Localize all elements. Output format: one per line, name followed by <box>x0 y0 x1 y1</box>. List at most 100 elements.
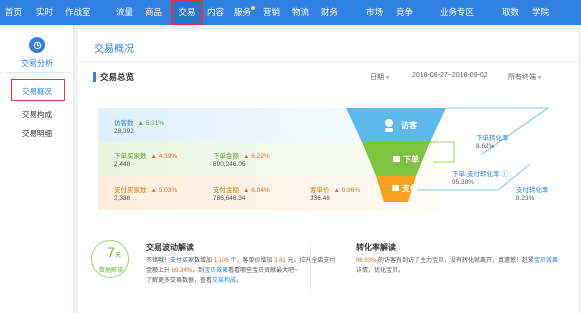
funnel-label-pay: 支付 <box>402 184 418 193</box>
metric-unit-price-change-value: 0.96% <box>341 187 361 194</box>
metric-pay-buyers: 支付买家数 ▲ 5.03% 2,338 <box>114 184 177 202</box>
link-trade-composition[interactable]: 交易构成 <box>212 278 236 284</box>
trade-fluctuation-line2: 金额上升 69.34%，到宝贝效果看看哪些宝贝贡献最大吧~ <box>146 266 298 276</box>
metric-order-buyers: 下单买家数 ▲ 4.39% 2,448 <box>114 150 177 168</box>
metric-order-amount-label: 下单金额 <box>213 153 239 160</box>
metric-order-buyers-change-value: 4.39% <box>158 153 178 160</box>
metric-pay-amount-label: 支付金额 <box>213 187 239 194</box>
info-icon[interactable]: ⓘ <box>501 171 508 178</box>
text-segment: 。 <box>236 278 243 284</box>
funnel-segment-visit <box>346 108 446 142</box>
highlight-value: 3.81 <box>274 258 286 264</box>
rate-order-pay-label-text: 下单-支付转化率 <box>452 171 500 178</box>
metric-order-amount-change-value: 6.22% <box>251 153 270 160</box>
metric-order-buyers-label: 下单买家数 <box>114 153 147 160</box>
rate-order-value: 8.62% <box>476 143 495 150</box>
conversion-line2: 详情，优化宝贝。 <box>356 268 405 274</box>
nav-home[interactable]: 首页 <box>5 0 22 25</box>
metric-pay-buyers-value: 2,338 <box>114 195 131 202</box>
trade-fluctuation-title: 交易波动解读 <box>146 243 194 252</box>
days-unit: 天 <box>115 253 122 259</box>
metric-visitors-value: 28,392 <box>114 128 134 135</box>
text-segment: 个，客单价增加 <box>230 258 273 264</box>
highlight-value: 1,106 <box>213 258 229 264</box>
metric-pay-buyers-change: ▲ 5.03% <box>150 187 178 194</box>
days-label: 数据解读 <box>98 268 123 274</box>
conversion-interpret-title: 转化率解读 <box>356 243 396 252</box>
metric-order-buyers-change: ▲ 4.39% <box>150 153 178 160</box>
nav-finance[interactable]: 财务 <box>321 0 338 25</box>
days-count: 7 <box>107 244 115 260</box>
nav-logistics[interactable]: 物流 <box>292 0 309 25</box>
user-icon-body <box>385 128 393 132</box>
nav-data-fetch[interactable]: 取数 <box>502 0 519 25</box>
metric-order-buyers-value: 2,448 <box>114 161 131 168</box>
text-segment: 看看哪些宝贝贡献最大吧~ <box>228 268 298 274</box>
sidebar-item-trade-detail[interactable]: 交易明细 <box>0 128 74 139</box>
nav-content[interactable]: 内容 <box>207 0 224 25</box>
rate-order-label: 下单转化率 <box>476 135 509 142</box>
metric-visitors: 访客数 ▲ 5.31% 28,392 <box>114 117 164 135</box>
nav-service[interactable]: 服务 <box>234 0 251 25</box>
text-segment: ，到 <box>192 268 205 274</box>
metric-pay-amount-change-value: 6.04% <box>251 187 270 194</box>
text-segment: 元，拉升全店支付 <box>287 258 336 264</box>
top-nav: 首页 实时 作战室 流量 商品 交易 内容 服务 营销 物流 财务 市场 竞争 … <box>0 0 581 25</box>
nav-competition[interactable]: 竞争 <box>396 0 413 25</box>
metric-unit-price-label: 客单价 <box>310 187 330 194</box>
sidebar-active-highlight <box>11 79 65 101</box>
nav-academy[interactable]: 学院 <box>532 0 549 25</box>
trade-overview-panel: 交易总览 日期 ▾ 2018-08-27~2018-09-02 所有终端 ▾ 访… <box>78 62 578 313</box>
sidebar-title: 交易分析 <box>21 59 53 68</box>
rate-pay: 支付转化率 8.23% <box>516 184 549 202</box>
notification-dot-icon <box>251 6 255 10</box>
rate-order-pay-label: 下单-支付转化率 ⓘ <box>452 168 508 178</box>
data-interpret-badge: 7 天 数据解读 <box>91 240 129 278</box>
page-title: 交易概况 <box>94 44 134 55</box>
metric-order-amount-value: 890,246.05 <box>213 161 246 168</box>
text-segment: 金额上升 <box>146 268 171 274</box>
highlight-value: 69.34% <box>171 268 193 274</box>
funnel-label-visit: 访客 <box>401 121 417 130</box>
metric-pay-amount-value: 786,646.34 <box>213 195 246 202</box>
rate-order: 下单转化率 8.62% <box>476 132 509 150</box>
nav-realtime[interactable]: 实时 <box>36 0 53 25</box>
metric-visitors-label: 访客数 <box>114 120 134 127</box>
link-product-effect[interactable]: 宝贝效果 <box>534 258 558 264</box>
nav-market[interactable]: 市场 <box>366 0 383 25</box>
metric-pay-buyers-change-value: 5.03% <box>158 187 178 194</box>
rate-order-pay: 下单-支付转化率 ⓘ 95.38% <box>452 168 508 186</box>
nav-traffic[interactable]: 流量 <box>116 0 133 25</box>
main-header: 交易概况 <box>78 29 578 61</box>
metric-pay-amount-change: ▲ 6.04% <box>243 187 270 194</box>
sidebar-divider <box>6 72 68 73</box>
trade-fluctuation-line3: 了解更多交易数据，查看交易构成。 <box>146 276 242 286</box>
nav-business-zone[interactable]: 业务专区 <box>440 0 474 25</box>
metric-pay-amount: 支付金额 ▲ 6.04% 786,646.34 <box>213 184 270 202</box>
section-divider <box>310 242 311 294</box>
rate-pay-label: 支付转化率 <box>516 187 549 194</box>
user-icon <box>385 119 393 127</box>
metric-unit-price-change: ▲ 0.96% <box>333 187 361 194</box>
metric-visitors-change: ▲ 5.31% <box>137 120 165 127</box>
nav-trade[interactable]: 交易 <box>171 0 203 25</box>
metric-unit-price: 客单价 ▲ 0.96% 336.46 <box>310 184 360 202</box>
metric-visitors-change-value: 5.31% <box>145 120 165 127</box>
text-segment: 了解更多交易数据，查看 <box>146 278 213 284</box>
sidebar: 交易分析 交易概况 交易构成 交易明细 <box>0 25 74 313</box>
sidebar-item-trade-composition[interactable]: 交易构成 <box>0 109 74 120</box>
link-product-effect[interactable]: 宝贝效果 <box>204 268 228 274</box>
rate-pay-value: 8.23% <box>516 195 535 202</box>
rate-connector-order <box>430 141 455 163</box>
text-segment: 不错哦！支付买家数增加 <box>146 258 213 264</box>
conversion-line1: 96.93% 的访客有到访了主力宝贝，没有转化就离开，真遗憾！赶紧宝贝效果 <box>356 256 558 266</box>
nav-war-room[interactable]: 作战室 <box>65 0 91 25</box>
metric-order-amount: 下单金额 ▲ 6.22% 890,246.05 <box>213 150 270 168</box>
text-segment: 的访客有到访了主力宝贝，没有转化就离开，真遗憾！赶紧 <box>378 258 535 264</box>
nav-marketing[interactable]: 营销 <box>263 0 280 25</box>
metric-order-amount-change: ▲ 6.22% <box>243 153 270 160</box>
nav-products[interactable]: 商品 <box>145 0 162 25</box>
metric-pay-buyers-label: 支付买家数 <box>114 187 147 194</box>
metric-unit-price-value: 336.46 <box>310 195 330 202</box>
funnel-label-order: 下单 <box>403 155 419 164</box>
